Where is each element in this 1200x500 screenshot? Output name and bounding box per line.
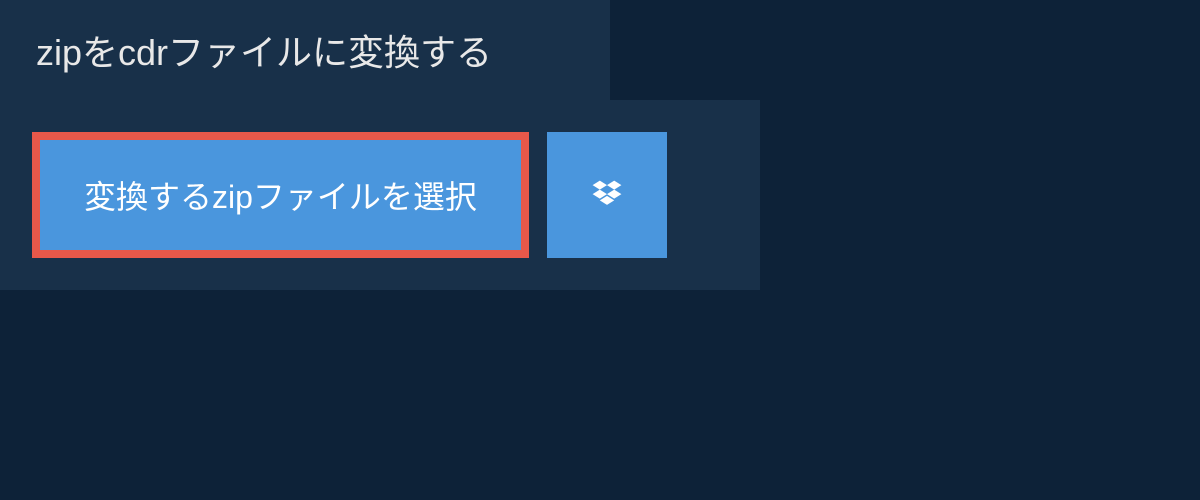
button-row: 変換するzipファイルを選択 bbox=[32, 132, 728, 258]
header-bar: zipをcdrファイルに変換する bbox=[0, 0, 610, 100]
select-file-label: 変換するzipファイルを選択 bbox=[84, 172, 477, 218]
page-title: zipをcdrファイルに変換する bbox=[36, 24, 574, 76]
select-file-button[interactable]: 変換するzipファイルを選択 bbox=[32, 132, 529, 258]
dropbox-icon bbox=[589, 177, 625, 213]
dropbox-button[interactable] bbox=[547, 132, 667, 258]
content-panel: 変換するzipファイルを選択 bbox=[0, 100, 760, 290]
